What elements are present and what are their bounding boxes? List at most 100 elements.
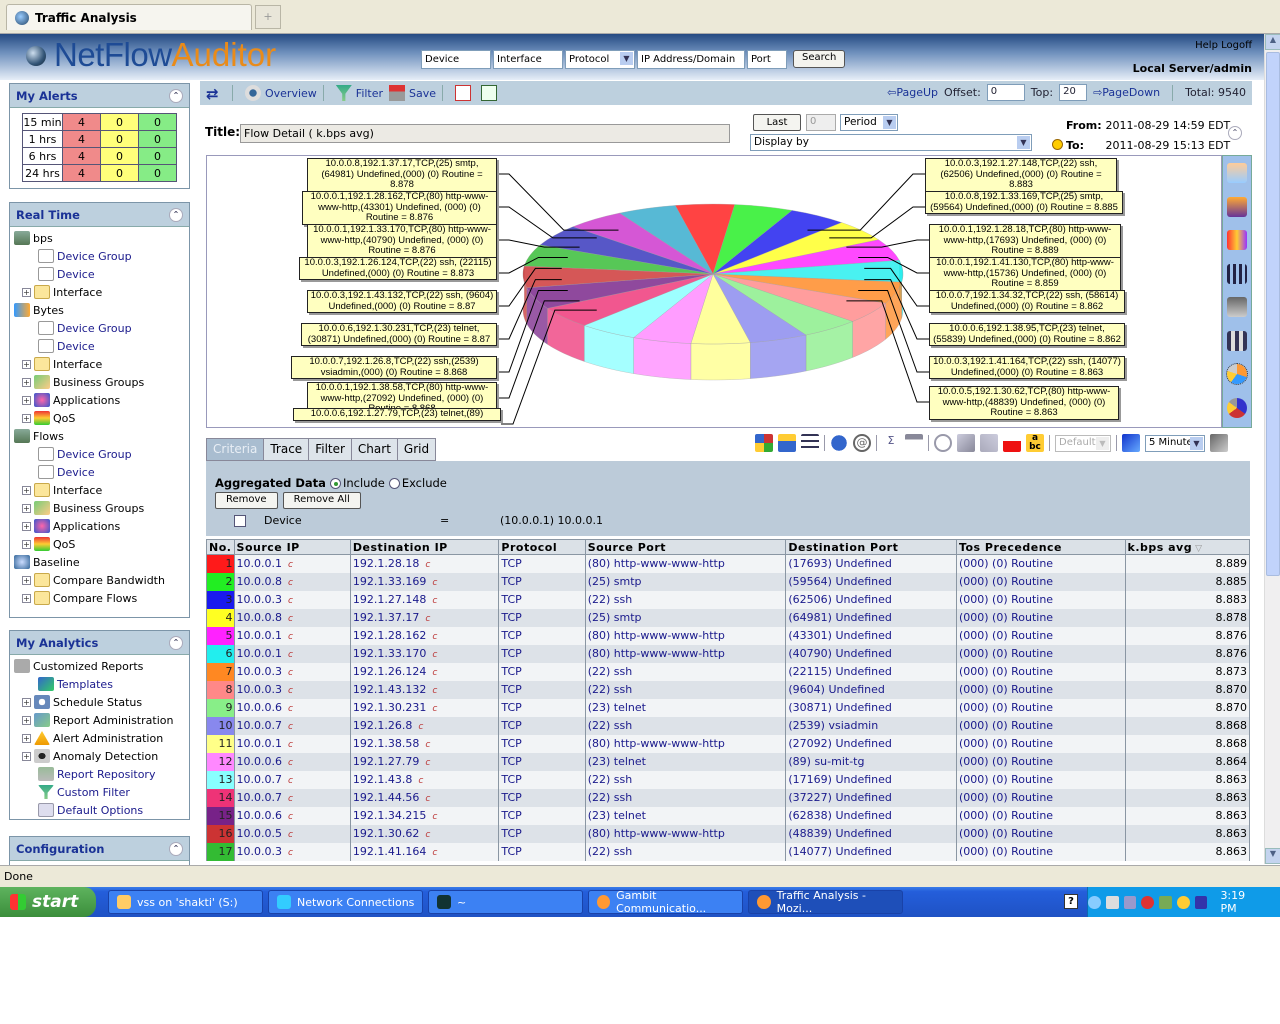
tree-item[interactable]: + Interface [14,283,189,301]
column-layout-icon[interactable] [778,434,796,452]
browser-tab[interactable]: Traffic Analysis [6,4,252,30]
alert-critical-count[interactable]: 4 [62,147,101,165]
context-menu-icon[interactable]: c [432,668,437,678]
tree-item[interactable]: Customized Reports [14,657,189,675]
swap-button[interactable]: ⇄ [206,85,226,103]
destination-ip-link[interactable]: 192.1.34.215 [353,809,426,822]
scroll-down-icon[interactable]: ▼ [1265,848,1280,864]
destination-ip-link[interactable]: 192.1.30.231 [353,701,426,714]
expand-icon[interactable]: + [22,485,31,495]
source-ip-link[interactable]: 10.0.0.5 [237,827,282,840]
protocol-link[interactable]: TCP [501,575,521,588]
destination-port-link[interactable]: (62838) Undefined [788,809,892,822]
alert-warning-count[interactable]: 0 [100,130,139,148]
tab-chart[interactable]: Chart [351,438,398,461]
top-input[interactable]: 20 [1059,84,1088,101]
destination-ip-link[interactable]: 192.1.27.79 [353,755,419,768]
protocol-link[interactable]: TCP [501,629,521,642]
context-menu-icon[interactable]: c [288,812,293,822]
column-header[interactable]: Protocol [498,539,586,555]
alert-critical-count[interactable]: 4 [62,113,101,131]
alert-ok-count[interactable]: 0 [138,130,177,148]
last-button[interactable]: Last [753,114,801,131]
collapse-icon[interactable]: ⌃ [169,88,183,103]
configuration-header[interactable]: Configuration ⌃ [10,837,189,861]
tab-trace[interactable]: Trace [264,438,310,461]
tree-item[interactable]: + Report Administration [14,711,189,729]
source-port-link[interactable]: (25) smtp [588,611,642,624]
tos-precedence-link[interactable]: (000) (0) Routine [959,665,1053,678]
tree-item[interactable]: + Compare Flows [14,589,189,607]
source-ip-link[interactable]: 10.0.0.7 [237,791,282,804]
column-header[interactable]: Destination Port [785,539,957,555]
email-icon[interactable]: @ [853,434,871,452]
source-port-link[interactable]: (23) telnet [588,701,646,714]
alert-ok-count[interactable]: 0 [138,164,177,182]
protocol-link[interactable]: TCP [501,701,521,714]
source-ip-link[interactable]: 10.0.0.3 [237,593,282,606]
tos-precedence-link[interactable]: (000) (0) Routine [959,701,1053,714]
tree-item[interactable]: + Compare Bandwidth [14,571,189,589]
exclude-radio[interactable]: Exclude [388,476,447,490]
sum-icon[interactable]: Σ [882,434,900,452]
tos-precedence-link[interactable]: (000) (0) Routine [959,719,1053,732]
expand-icon[interactable]: + [22,521,31,531]
expand-icon[interactable]: + [22,359,31,369]
context-menu-icon[interactable]: c [288,578,293,588]
task-traffic-analysis[interactable]: Traffic Analysis - Mozi... [748,889,903,915]
tree-item[interactable]: Device [14,463,189,481]
tray-app-icon[interactable] [1159,895,1172,909]
export-csv-button[interactable] [481,85,501,101]
tree-item[interactable]: Device [14,265,189,283]
tray-expand-icon[interactable] [1087,895,1101,909]
collapse-icon[interactable]: ⌃ [169,841,183,856]
destination-port-link[interactable]: (14077) Undefined [788,845,892,858]
context-menu-icon[interactable]: c [288,704,293,714]
web-icon[interactable] [830,434,848,452]
tos-precedence-link[interactable]: (000) (0) Routine [959,809,1053,822]
tree-item[interactable]: + Alert Administration [14,729,189,747]
filter-button[interactable]: Filter [335,85,383,101]
line-chart-icon[interactable] [1227,163,1247,183]
context-menu-icon[interactable]: c [425,740,430,750]
tos-precedence-link[interactable]: (000) (0) Routine [959,647,1053,660]
page-down-button[interactable]: ⇨PageDown [1093,86,1160,99]
help-link[interactable]: Help [1195,40,1218,51]
tree-item[interactable]: Custom Filter [14,783,189,801]
destination-port-link[interactable]: (2539) vsiadmin [788,719,878,732]
device-search-input[interactable]: Device [421,50,491,69]
context-menu-icon[interactable]: c [288,560,293,570]
source-port-link[interactable]: (22) ssh [588,773,633,786]
destination-port-link[interactable]: (22115) Undefined [788,665,892,678]
previous-interval-icon[interactable] [1122,434,1140,452]
context-menu-icon[interactable]: c [425,758,430,768]
context-menu-icon[interactable]: c [288,632,293,642]
context-menu-icon[interactable]: c [425,830,430,840]
source-port-link[interactable]: (80) http-www-www-http [588,557,725,570]
context-menu-icon[interactable]: c [432,632,437,642]
source-port-link[interactable]: (22) ssh [588,683,633,696]
destination-port-link[interactable]: (30871) Undefined [788,701,892,714]
source-port-link[interactable]: (22) ssh [588,665,633,678]
security-icon[interactable] [1141,895,1155,909]
protocol-link[interactable]: TCP [501,791,521,804]
reload-icon[interactable] [980,434,998,452]
help-icon[interactable]: ? [1064,894,1078,909]
tree-item[interactable]: Bytes [14,301,189,319]
source-ip-link[interactable]: 10.0.0.3 [237,665,282,678]
destination-ip-link[interactable]: 192.1.44.56 [353,791,419,804]
destination-port-link[interactable]: (59564) Undefined [788,575,892,588]
column-header[interactable]: Source IP [233,539,351,555]
tray-display-icon[interactable] [1194,895,1208,909]
context-menu-icon[interactable]: c [425,794,430,804]
column-header[interactable]: k.bps avg ▽ [1124,539,1251,555]
protocol-link[interactable]: TCP [501,611,521,624]
tos-precedence-link[interactable]: (000) (0) Routine [959,845,1053,858]
destination-ip-link[interactable]: 192.1.41.164 [353,845,426,858]
protocol-link[interactable]: TCP [501,683,521,696]
page-up-button[interactable]: ⇦PageUp [887,86,938,99]
tree-item[interactable]: + Schedule Status [14,693,189,711]
expand-icon[interactable]: + [22,733,31,743]
context-menu-icon[interactable]: c [288,848,293,858]
destination-ip-link[interactable]: 192.1.33.169 [353,575,426,588]
